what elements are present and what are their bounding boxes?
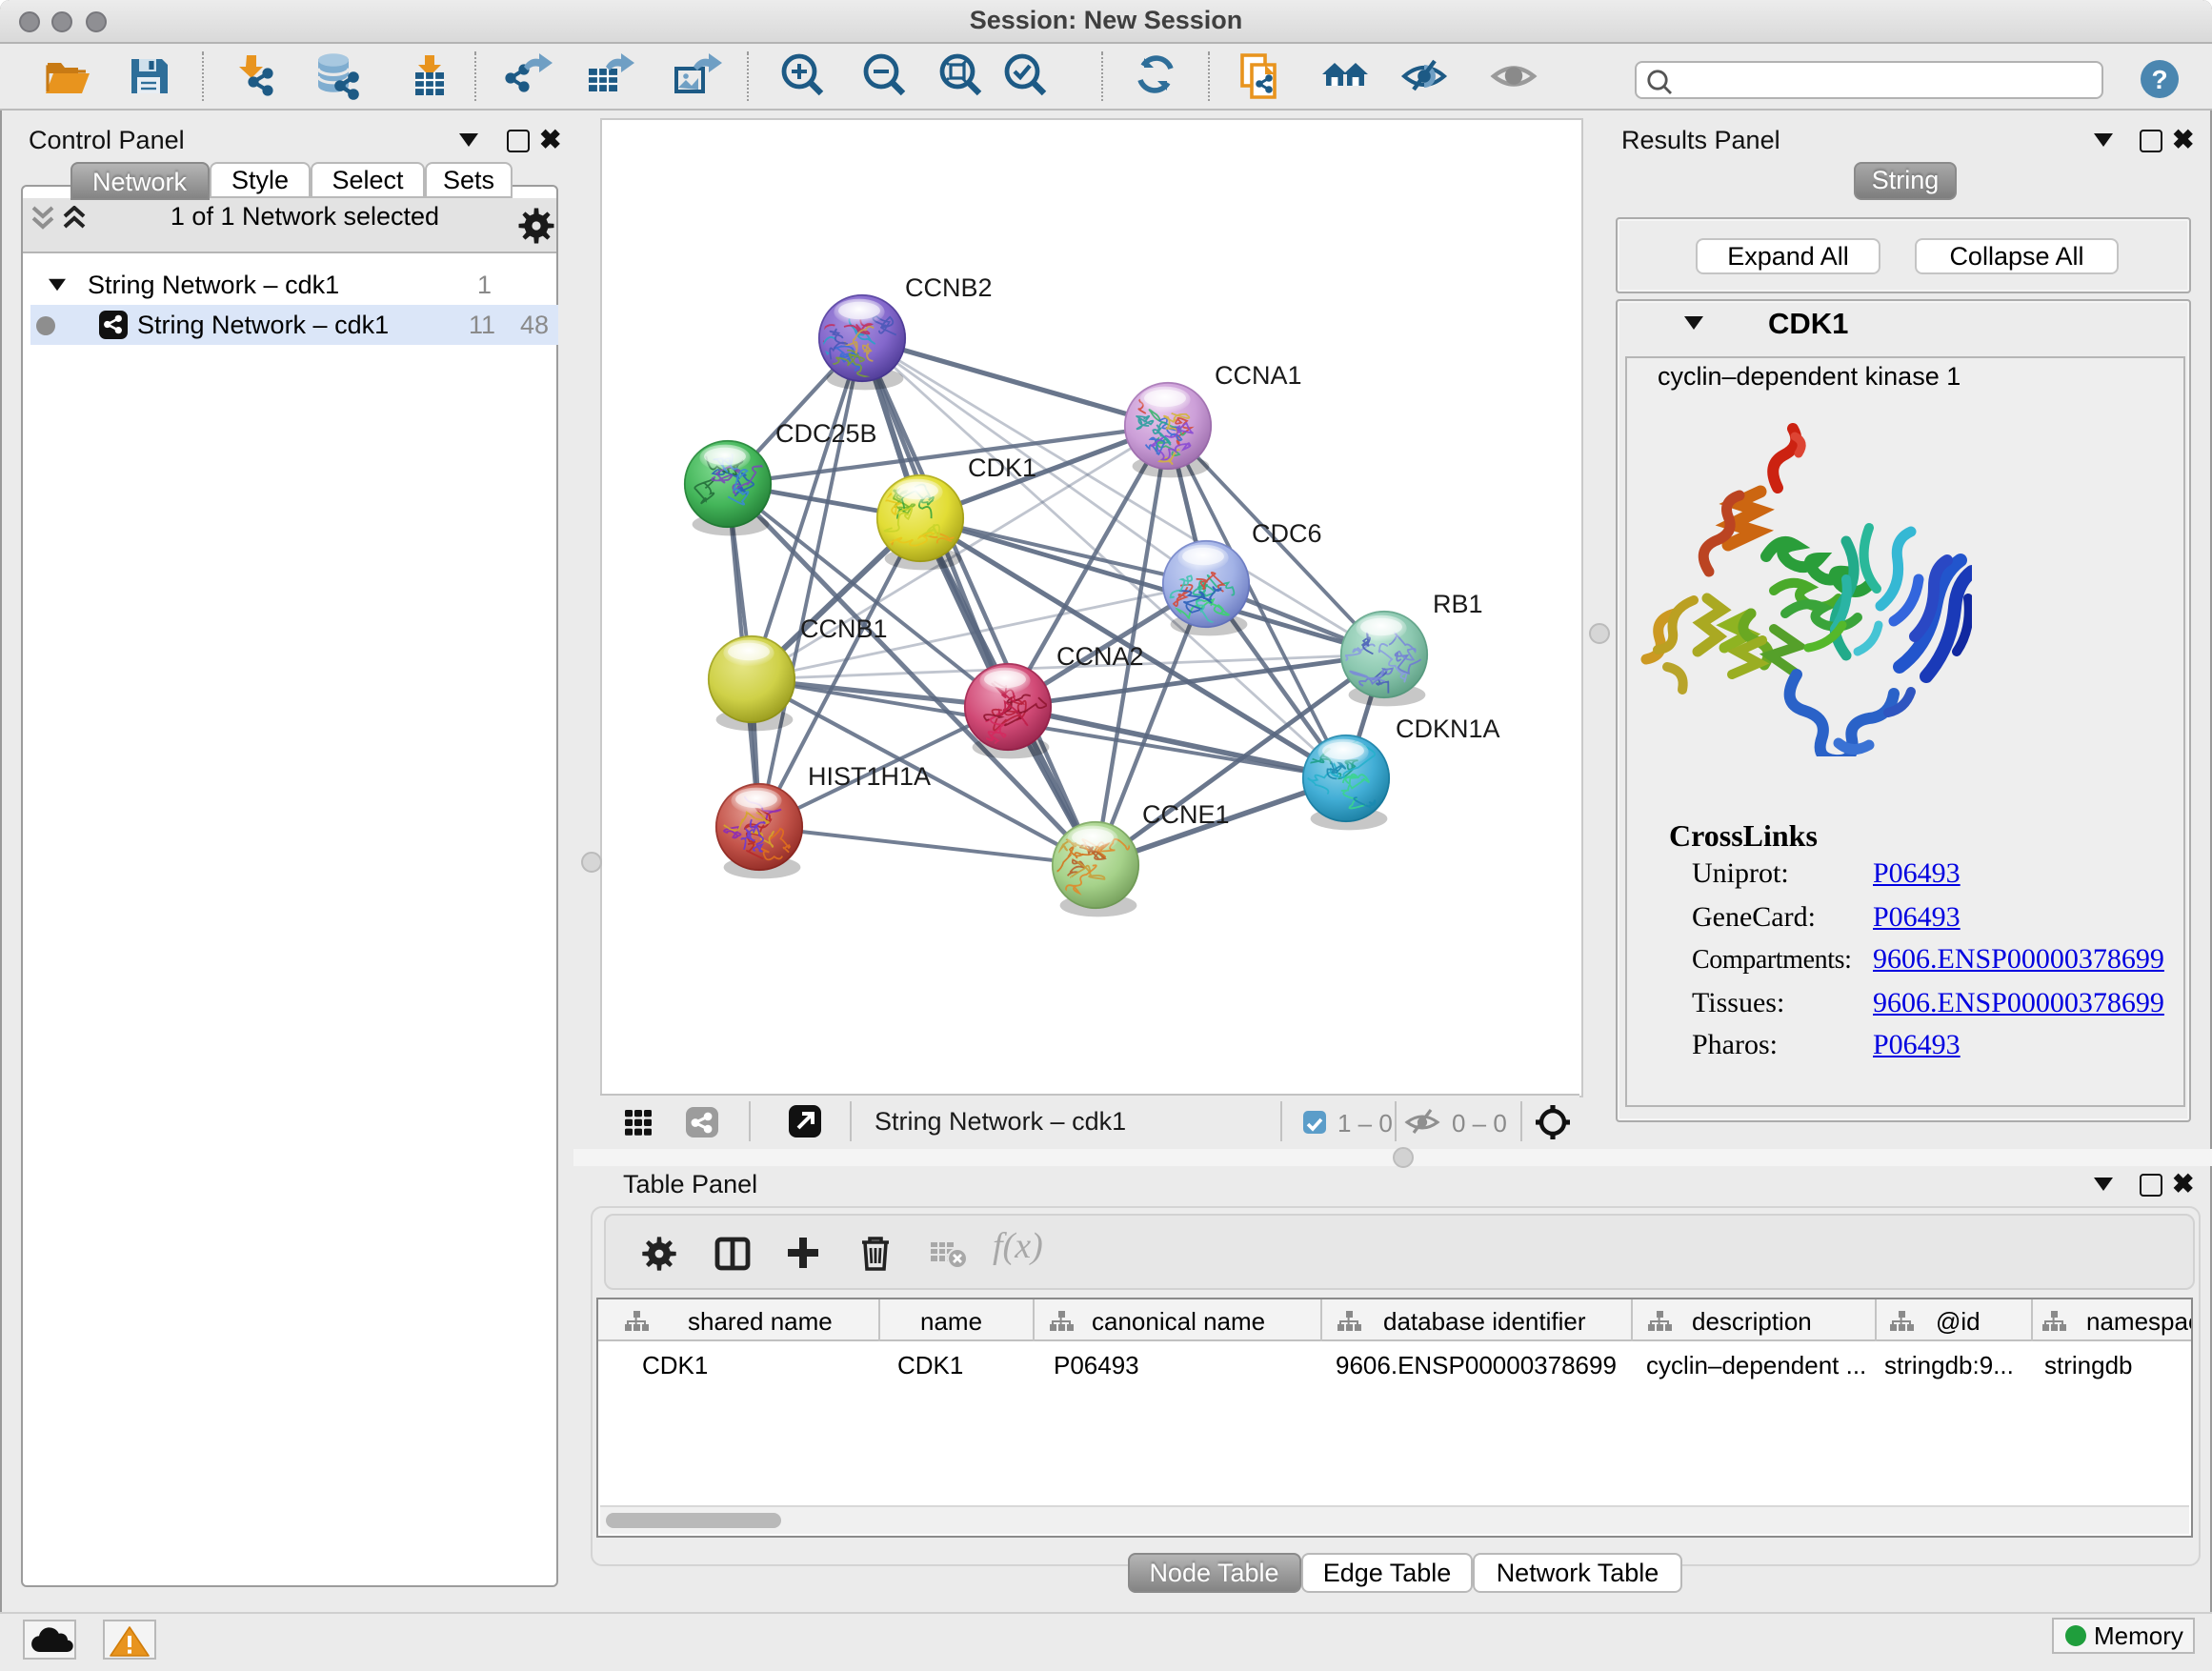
svg-text:HIST1H1A: HIST1H1A (808, 762, 931, 791)
svg-text:CCNA1: CCNA1 (1215, 361, 1302, 390)
svg-text:CDKN1A: CDKN1A (1396, 715, 1500, 743)
svg-text:?: ? (2151, 65, 2167, 94)
svg-text:CCNB2: CCNB2 (905, 273, 993, 302)
svg-text:CDK1: CDK1 (968, 453, 1036, 482)
svg-text:CDC25B: CDC25B (775, 419, 877, 448)
svg-text:CCNB1: CCNB1 (800, 614, 888, 643)
svg-text:CCNA2: CCNA2 (1056, 642, 1144, 671)
svg-text:CDC6: CDC6 (1252, 519, 1322, 548)
svg-text:RB1: RB1 (1433, 590, 1483, 618)
svg-text:CCNE1: CCNE1 (1142, 800, 1230, 829)
